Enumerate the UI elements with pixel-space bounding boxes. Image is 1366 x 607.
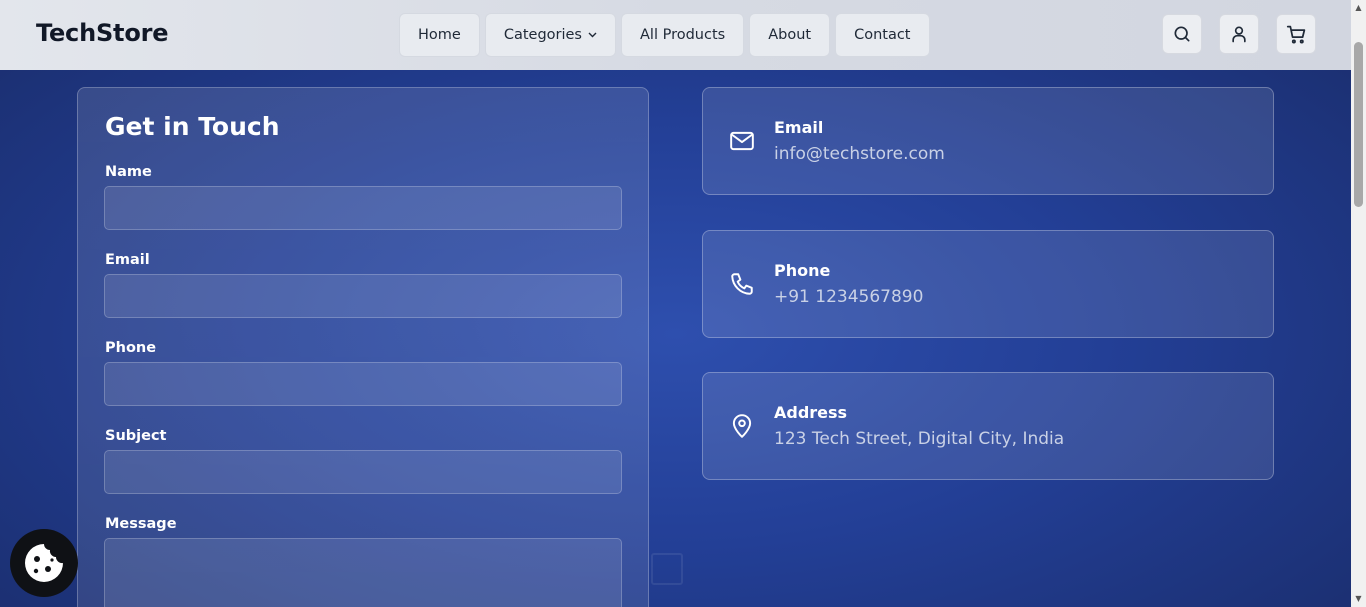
mail-icon [730,131,754,151]
nav-contact[interactable]: Contact [835,13,930,57]
page: TechStore Home Categories All Products A… [0,0,1351,607]
nav-about[interactable]: About [749,13,831,57]
cookie-consent-button[interactable] [10,529,78,597]
search-button[interactable] [1162,14,1202,54]
scrollbar-thumb[interactable] [1354,42,1363,207]
phone-label: Phone [105,340,157,356]
address-info-title: Address [774,403,848,422]
chevron-down-icon [588,30,597,41]
phone-info-card: Phone +91 1234567890 [702,230,1274,338]
scroll-up-arrow-icon[interactable]: ▲ [1354,3,1363,12]
cart-button[interactable] [1276,14,1316,54]
email-label: Email [105,252,150,268]
site-header: TechStore Home Categories All Products A… [0,0,1351,70]
location-pin-icon [732,414,752,438]
email-input[interactable] [104,274,622,318]
main-nav: Home Categories All Products About Conta… [399,13,930,57]
phone-info-title: Phone [774,261,831,280]
form-title: Get in Touch [105,112,280,141]
site-logo[interactable]: TechStore [36,19,169,47]
cookie-icon [25,544,63,582]
email-info-card: Email info@techstore.com [702,87,1274,195]
phone-info-value[interactable]: +91 1234567890 [774,287,923,307]
nav-home-label: Home [418,27,461,43]
search-icon [1174,26,1190,42]
subject-label: Subject [105,428,167,444]
cart-icon [1286,25,1305,44]
nav-all-products-label: All Products [640,27,726,43]
email-info-value[interactable]: info@techstore.com [774,144,945,164]
phone-icon [731,273,753,295]
name-label: Name [105,164,152,180]
account-button[interactable] [1219,14,1259,54]
contact-form: Get in Touch Name Email Phone Subject Me… [77,87,649,607]
address-info-value: 123 Tech Street, Digital City, India [774,429,1065,449]
name-input[interactable] [104,186,622,230]
user-icon [1232,26,1246,43]
scroll-down-arrow-icon[interactable]: ▼ [1354,594,1363,603]
message-label: Message [105,516,177,532]
phone-input[interactable] [104,362,622,406]
vertical-scrollbar[interactable]: ▲ ▼ [1351,0,1366,607]
message-textarea[interactable] [104,538,622,607]
nav-home[interactable]: Home [399,13,480,57]
nav-categories[interactable]: Categories [484,13,616,57]
address-info-card: Address 123 Tech Street, Digital City, I… [702,372,1274,480]
faint-overlay-icon [651,553,683,585]
nav-contact-label: Contact [854,27,911,43]
nav-all-products[interactable]: All Products [621,13,745,57]
nav-about-label: About [768,27,812,43]
subject-input[interactable] [104,450,622,494]
nav-categories-label: Categories [503,27,582,43]
email-info-title: Email [774,118,824,137]
